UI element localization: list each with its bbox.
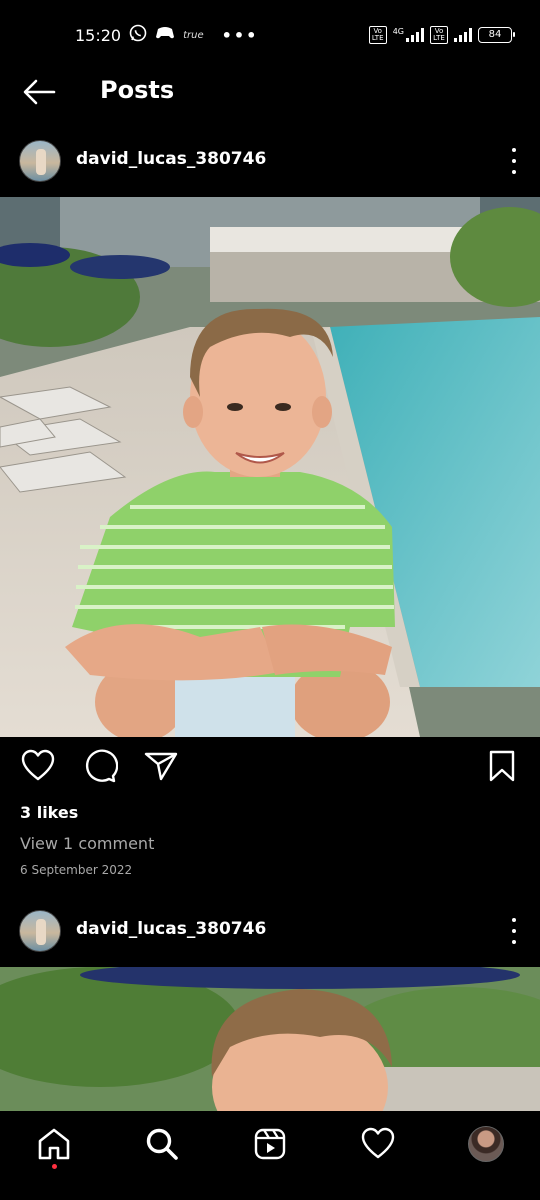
whatsapp-icon: [129, 24, 147, 46]
heart-icon[interactable]: [360, 1126, 396, 1162]
page-title: Posts: [100, 76, 175, 104]
post-date: 6 September 2022: [20, 863, 133, 877]
avatar[interactable]: [19, 140, 61, 182]
sim2-volte-badge: Vo LTE: [430, 26, 448, 44]
comment-icon[interactable]: [82, 748, 119, 784]
battery-icon: 84: [478, 27, 515, 43]
post-photo[interactable]: [0, 197, 540, 737]
sim1-volte-badge: Vo LTE: [368, 26, 387, 44]
status-right: Vo LTE 4G Vo LTE 84: [368, 26, 515, 44]
reels-icon[interactable]: [252, 1126, 288, 1162]
post-header: david_lucas_380746: [0, 130, 540, 190]
view-comments-link[interactable]: View 1 comment: [20, 834, 154, 853]
username-link[interactable]: david_lucas_380746: [76, 919, 266, 939]
game-icon: [155, 25, 175, 45]
home-icon[interactable]: [36, 1126, 72, 1162]
status-bar: 15:20 true ••• Vo LTE 4G Vo LTE 84: [0, 0, 540, 70]
signal-icon-2: [454, 28, 472, 42]
status-overflow-icon: •••: [221, 25, 259, 45]
post-header-2: david_lucas_380746: [0, 900, 540, 960]
truecaller-icon: true: [183, 29, 204, 41]
profile-avatar[interactable]: [468, 1126, 504, 1162]
username-link[interactable]: david_lucas_380746: [76, 149, 266, 169]
post-actions: [0, 748, 540, 788]
status-left: 15:20 true •••: [75, 24, 258, 46]
avatar[interactable]: [19, 910, 61, 952]
top-app-bar: Posts: [0, 70, 540, 114]
status-time: 15:20: [75, 25, 122, 45]
notification-dot: [52, 1164, 57, 1169]
network-type: 4G: [392, 26, 404, 36]
more-options-icon[interactable]: [510, 148, 518, 174]
bottom-nav: [0, 1111, 540, 1200]
share-icon[interactable]: [143, 748, 179, 784]
heart-icon[interactable]: [20, 748, 56, 784]
bookmark-icon[interactable]: [486, 748, 522, 784]
signal-icon: [406, 28, 424, 42]
post-photo-2[interactable]: [0, 967, 540, 1111]
likes-count[interactable]: 3 likes: [20, 803, 78, 822]
arrow-left-icon[interactable]: [22, 78, 56, 106]
more-options-icon[interactable]: [510, 918, 518, 944]
search-icon[interactable]: [144, 1126, 180, 1162]
